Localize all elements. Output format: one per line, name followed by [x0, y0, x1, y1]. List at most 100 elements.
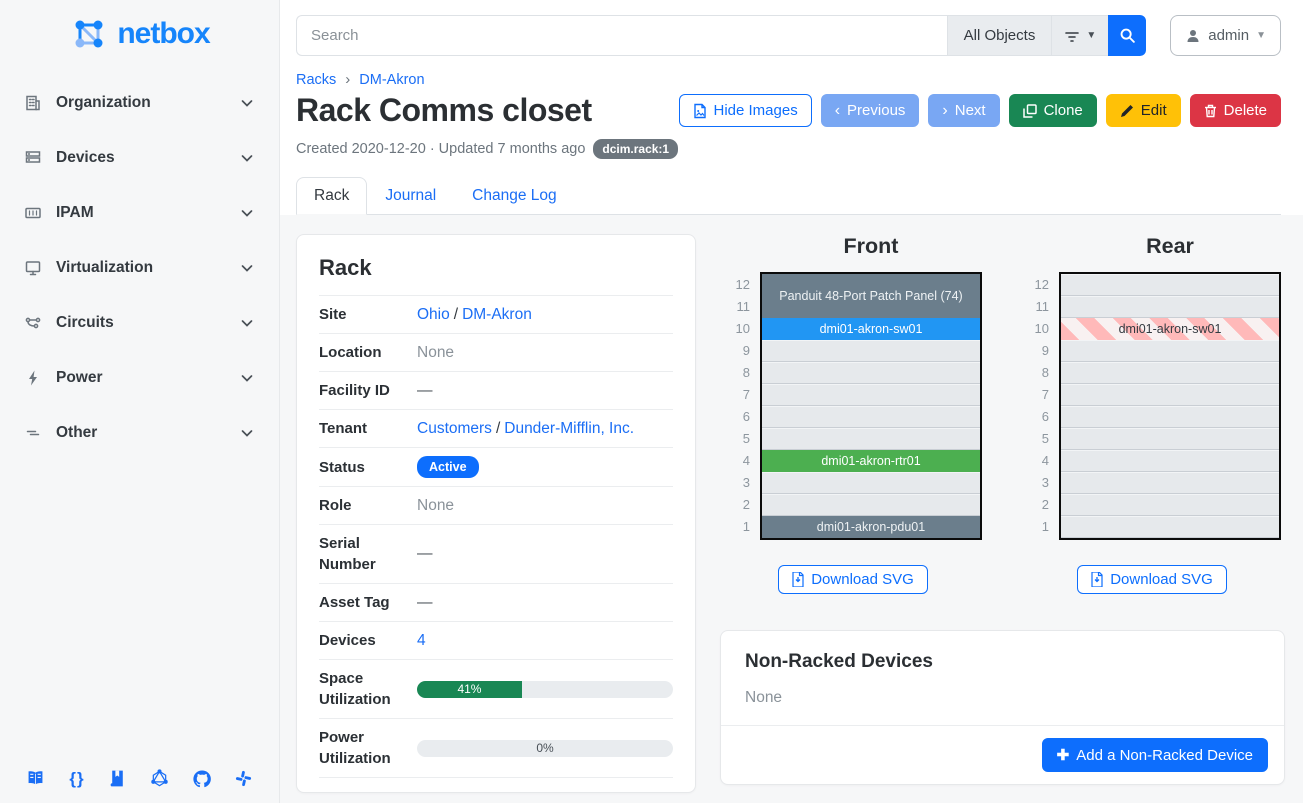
rear-download-svg-button[interactable]: Download SVG: [1077, 565, 1227, 594]
edit-button[interactable]: Edit: [1106, 94, 1181, 127]
sidebar-item-other[interactable]: Other: [14, 414, 265, 452]
add-non-racked-device-button[interactable]: ✚ Add a Non-Racked Device: [1042, 738, 1268, 772]
tab-journal[interactable]: Journal: [367, 177, 454, 215]
sidebar-item-virtualization[interactable]: Virtualization: [14, 249, 265, 287]
tab-change-log[interactable]: Change Log: [454, 177, 574, 215]
empty-rack-unit[interactable]: [762, 472, 980, 494]
attribute-link[interactable]: DM-Akron: [462, 306, 532, 323]
unit-number: 3: [1023, 472, 1049, 494]
tab-rack[interactable]: Rack: [296, 177, 367, 215]
status-badge: Active: [417, 456, 479, 478]
empty-rack-unit[interactable]: [762, 340, 980, 362]
left-column: Rack SiteOhio/DM-AkronLocationNoneFacili…: [296, 234, 696, 803]
sidebar-item-devices[interactable]: Devices: [14, 139, 265, 177]
delete-button[interactable]: Delete: [1190, 94, 1281, 127]
attribute-link[interactable]: Ohio: [417, 306, 450, 323]
next-button[interactable]: › Next: [928, 94, 999, 127]
sidebar-item-organization[interactable]: Organization: [14, 84, 265, 122]
search-scope-button[interactable]: All Objects: [947, 15, 1052, 56]
front-rack-diagram: Panduit 48-Port Patch Panel (74)dmi01-ak…: [760, 272, 982, 540]
utilization-value: 41%: [457, 682, 481, 696]
attribute-link[interactable]: Customers: [417, 420, 492, 437]
empty-rack-unit[interactable]: [1061, 384, 1279, 406]
empty-rack-unit[interactable]: [1061, 362, 1279, 384]
netbox-logo[interactable]: netbox: [0, 0, 279, 76]
attribute-link[interactable]: 4: [417, 632, 426, 649]
rack-device[interactable]: dmi01-akron-sw01: [1061, 318, 1279, 340]
api-braces-icon[interactable]: {}: [69, 769, 84, 789]
rack-device[interactable]: dmi01-akron-pdu01: [762, 516, 980, 538]
user-menu-button[interactable]: admin ▼: [1170, 15, 1281, 56]
sidebar-item-label: Virtualization: [56, 259, 225, 277]
empty-rack-unit[interactable]: [1061, 274, 1279, 296]
empty-rack-unit[interactable]: [762, 384, 980, 406]
empty-rack-unit[interactable]: [762, 428, 980, 450]
funnel-icon: [1064, 28, 1080, 44]
trash-icon: [1204, 104, 1217, 118]
unit-number: 3: [724, 472, 750, 494]
empty-rack-unit[interactable]: [1061, 516, 1279, 538]
search-filter-button[interactable]: ▼: [1051, 15, 1108, 56]
lines-icon: [24, 424, 42, 442]
page-header: All Objects ▼: [280, 0, 1303, 215]
previous-button[interactable]: ‹ Previous: [821, 94, 920, 127]
file-download-icon: [792, 572, 804, 587]
journal-icon[interactable]: [108, 769, 127, 788]
sidebar-item-circuits[interactable]: Circuits: [14, 304, 265, 342]
rack-device[interactable]: Panduit 48-Port Patch Panel (74): [762, 274, 980, 318]
graphql-icon[interactable]: [150, 769, 169, 788]
sidebar-item-ipam[interactable]: IPAM: [14, 194, 265, 232]
empty-rack-unit[interactable]: [1061, 296, 1279, 318]
rack-attribute-row: Asset Tag—: [319, 584, 673, 622]
slack-icon[interactable]: [234, 769, 253, 788]
chevron-down-icon: [239, 425, 255, 441]
empty-rack-unit[interactable]: [762, 494, 980, 516]
plus-icon: ✚: [1057, 746, 1070, 764]
empty-rack-unit[interactable]: [1061, 428, 1279, 450]
hide-images-button[interactable]: Hide Images: [679, 94, 812, 127]
sidebar-item-power[interactable]: Power: [14, 359, 265, 397]
right-column: Front 121110987654321 Panduit 48-Port Pa…: [720, 234, 1285, 803]
unit-number: 2: [724, 494, 750, 516]
sidebar-item-label: Other: [56, 424, 225, 442]
unit-number: 11: [724, 296, 750, 318]
breadcrumb-link[interactable]: Racks: [296, 72, 336, 88]
docs-book-icon[interactable]: [25, 768, 46, 789]
rack-attribute-row: Facility ID—: [319, 372, 673, 410]
unit-number: 10: [1023, 318, 1049, 340]
unit-number: 8: [1023, 362, 1049, 384]
unit-number: 5: [724, 428, 750, 450]
search-submit-button[interactable]: [1108, 15, 1146, 56]
sidebar-item-label: Organization: [56, 94, 225, 112]
chevron-down-icon: [239, 95, 255, 111]
attribute-value: —: [417, 545, 433, 562]
github-icon[interactable]: [192, 769, 212, 789]
breadcrumb-link[interactable]: DM-Akron: [359, 72, 424, 88]
rack-device[interactable]: dmi01-akron-rtr01: [762, 450, 980, 472]
rear-elevation: Rear 121110987654321 dmi01-akron-sw01: [1023, 234, 1281, 594]
attribute-label: Power Utilization: [319, 727, 417, 769]
unit-number: 1: [1023, 516, 1049, 538]
empty-rack-unit[interactable]: [762, 406, 980, 428]
empty-rack-unit[interactable]: [1061, 406, 1279, 428]
empty-rack-unit[interactable]: [1061, 340, 1279, 362]
utilization-bar: 41%: [417, 681, 673, 698]
rear-elevation-title: Rear: [1059, 234, 1281, 259]
clone-button[interactable]: Clone: [1009, 94, 1097, 127]
non-racked-empty-text: None: [721, 673, 1284, 726]
search-input[interactable]: [296, 15, 947, 56]
rack-attribute-row: RoleNone: [319, 487, 673, 525]
empty-rack-unit[interactable]: [1061, 472, 1279, 494]
empty-rack-unit[interactable]: [1061, 450, 1279, 472]
lightning-icon: [24, 369, 42, 387]
netbox-logo-text: netbox: [117, 17, 209, 51]
front-download-svg-button[interactable]: Download SVG: [778, 565, 928, 594]
attribute-link[interactable]: Dunder-Mifflin, Inc.: [504, 420, 634, 437]
rack-device[interactable]: dmi01-akron-sw01: [762, 318, 980, 340]
attribute-label: Devices: [319, 630, 417, 651]
unit-number: 6: [724, 406, 750, 428]
page-title: Rack Comms closet: [296, 92, 592, 129]
empty-rack-unit[interactable]: [1061, 494, 1279, 516]
chevron-left-icon: ‹: [835, 106, 840, 116]
empty-rack-unit[interactable]: [762, 362, 980, 384]
